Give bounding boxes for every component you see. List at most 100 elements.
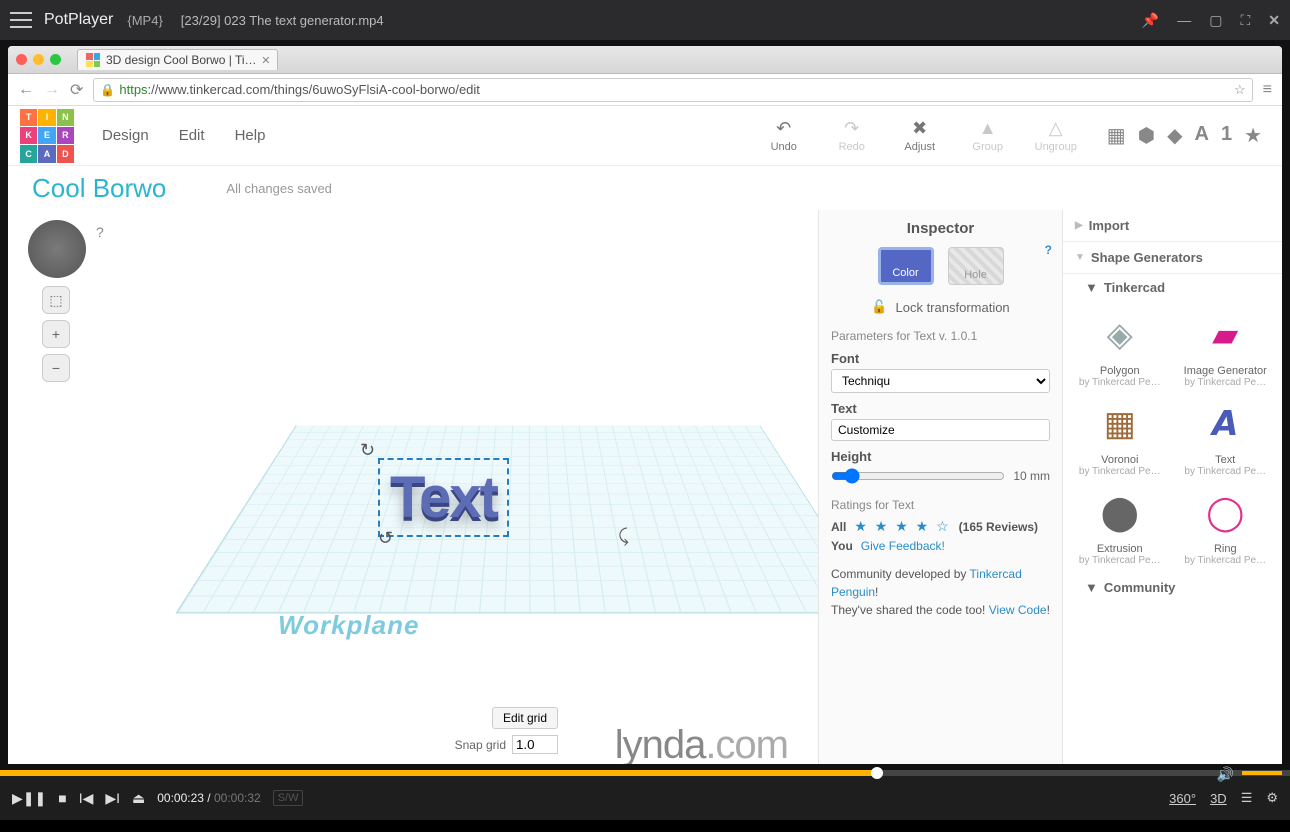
maximize-icon[interactable]: ▢	[1209, 12, 1222, 29]
lock-icon: 🔒	[100, 83, 115, 97]
browser-menu-icon[interactable]: ≡	[1263, 81, 1272, 99]
shape-item[interactable]: ◈Polygonby Tinkercad Pe…	[1067, 305, 1173, 392]
letter-a-icon[interactable]: A	[1194, 123, 1208, 148]
import-section[interactable]: ▶Import	[1063, 210, 1282, 242]
menu-help[interactable]: Help	[235, 127, 266, 144]
text-label: Text	[831, 401, 1050, 416]
prev-button[interactable]: I◀	[79, 790, 94, 807]
fullscreen-icon[interactable]: ⛶	[1240, 12, 1250, 29]
zoom-out-button[interactable]: −	[42, 354, 70, 382]
shape-item[interactable]: 𝘼Textby Tinkercad Pe…	[1173, 394, 1279, 481]
window-zoom-icon[interactable]	[50, 54, 61, 65]
reload-icon[interactable]: ⟳	[70, 80, 83, 100]
redo-button[interactable]: ↷Redo	[831, 118, 873, 153]
project-row: Cool Borwo All changes saved	[8, 166, 1282, 210]
sw-badge[interactable]: S/W	[273, 790, 304, 806]
shape-item[interactable]: ▰Image Generatorby Tinkercad Pe…	[1173, 305, 1279, 392]
rotate-handle-icon[interactable]: ⤹	[618, 526, 629, 547]
number-1-icon[interactable]: 1	[1221, 123, 1232, 148]
review-count: (165 Reviews)	[959, 520, 1038, 534]
video-area: 3D design Cool Borwo | Ti… ✕ ← → ⟳ 🔒 htt…	[0, 40, 1290, 770]
rotate-handle-icon[interactable]: ↻	[360, 440, 375, 461]
360-button[interactable]: 360°	[1169, 791, 1196, 806]
inspector-title: Inspector	[831, 220, 1050, 237]
star-icon[interactable]: ★	[1244, 123, 1262, 148]
canvas[interactable]: ? ⬚ + − Text ↻ ↺ ⤹ Workplane Edit grid	[8, 210, 818, 764]
settings-icon[interactable]: ⚙	[1266, 790, 1278, 806]
progress-bar[interactable]: 🔊	[0, 770, 1290, 776]
url-field[interactable]: 🔒 https://www.tinkercad.com/things/6uwoS…	[93, 78, 1252, 102]
community-subsection[interactable]: ▼Community	[1063, 574, 1282, 601]
window-close-icon[interactable]	[16, 54, 27, 65]
zoom-in-button[interactable]: +	[42, 320, 70, 348]
color-swatch[interactable]: Color	[878, 247, 934, 285]
playlist-icon[interactable]: ☰	[1241, 790, 1253, 806]
height-slider[interactable]	[831, 468, 1005, 484]
lock-row[interactable]: 🔓 Lock transformation	[831, 299, 1050, 315]
community-text: Community developed by Tinkercad Penguin…	[831, 565, 1050, 619]
shape-item[interactable]: ▦Voronoiby Tinkercad Pe…	[1067, 394, 1173, 481]
view-code-link[interactable]: View Code	[989, 603, 1047, 617]
close-icon[interactable]: ✕	[1268, 12, 1280, 29]
hole-swatch[interactable]: Hole	[948, 247, 1004, 285]
lynda-watermark: lynda.com	[615, 723, 788, 764]
rotate-handle-icon[interactable]: ↺	[378, 528, 393, 549]
window-minimize-icon[interactable]	[33, 54, 44, 65]
shapes-panel: ▶Import ▼Shape Generators ▼Tinkercad ◈Po…	[1062, 210, 1282, 764]
3d-button[interactable]: 3D	[1210, 791, 1227, 806]
video-title: [23/29] 023 The text generator.mp4	[181, 13, 384, 28]
next-button[interactable]: ▶I	[105, 790, 120, 807]
progress-thumb[interactable]	[871, 767, 883, 779]
panel-icons: ▦ ⬢ ◆ A 1 ★	[1107, 123, 1262, 148]
eject-icon[interactable]: ⏏	[132, 790, 145, 807]
help-icon[interactable]: ?	[96, 224, 104, 240]
favicon-icon	[86, 53, 100, 67]
tinkercad-app: TINKERCAD Design Edit Help ↶Undo ↷Redo ✖…	[8, 106, 1282, 764]
bookmark-icon[interactable]: ☆	[1234, 82, 1246, 98]
menu-edit[interactable]: Edit	[179, 127, 205, 144]
orbit-nav[interactable]	[28, 220, 86, 278]
play-pause-button[interactable]: ▶❚❚	[12, 790, 46, 807]
text-input[interactable]	[831, 419, 1050, 441]
shape-item[interactable]: ⬤Extrusionby Tinkercad Pe…	[1067, 483, 1173, 570]
home-view-button[interactable]: ⬚	[42, 286, 70, 314]
params-header: Parameters for Text v. 1.0.1	[831, 329, 1050, 343]
group-button[interactable]: ▲Group	[967, 118, 1009, 153]
tinkercad-subsection[interactable]: ▼Tinkercad	[1063, 274, 1282, 301]
undo-button[interactable]: ↶Undo	[763, 118, 805, 153]
shape-generators-section[interactable]: ▼Shape Generators	[1063, 242, 1282, 274]
edit-grid-button[interactable]: Edit grid	[492, 707, 558, 729]
font-select[interactable]: Techniqu	[831, 369, 1050, 393]
menu-design[interactable]: Design	[102, 127, 149, 144]
tinkercad-logo[interactable]: TINKERCAD	[20, 109, 74, 163]
text-shape[interactable]: Text	[378, 458, 509, 537]
grid-icon[interactable]: ▦	[1107, 123, 1126, 148]
shape-name: Image Generator	[1175, 365, 1277, 377]
pin-icon[interactable]: 📌	[1142, 12, 1159, 29]
shape-item[interactable]: ◯Ringby Tinkercad Pe…	[1173, 483, 1279, 570]
ungroup-button[interactable]: △Ungroup	[1035, 118, 1077, 153]
browser-tab[interactable]: 3D design Cool Borwo | Ti… ✕	[77, 49, 278, 70]
give-feedback-link[interactable]: Give Feedback!	[861, 539, 945, 553]
stop-button[interactable]: ■	[58, 790, 66, 806]
shape-author: by Tinkercad Pe…	[1069, 466, 1171, 477]
shape-name: Ring	[1175, 543, 1277, 555]
tab-close-icon[interactable]: ✕	[261, 54, 270, 67]
group-icon: ▲	[979, 118, 997, 139]
cube-icon[interactable]: ⬢	[1138, 123, 1155, 148]
project-name[interactable]: Cool Borwo	[32, 173, 166, 204]
volume-icon[interactable]: 🔊	[1217, 766, 1234, 783]
shapes-icon[interactable]: ◆	[1167, 123, 1182, 148]
adjust-button[interactable]: ✖Adjust	[899, 118, 941, 153]
volume-bar[interactable]	[1242, 771, 1282, 775]
grid-controls: Edit grid Snap grid	[455, 707, 558, 754]
redo-icon: ↷	[844, 118, 859, 139]
minimize-icon[interactable]: —	[1177, 12, 1191, 28]
forward-icon[interactable]: →	[44, 81, 60, 99]
app-header: TINKERCAD Design Edit Help ↶Undo ↷Redo ✖…	[8, 106, 1282, 166]
menu-icon[interactable]	[10, 12, 32, 28]
back-icon[interactable]: ←	[18, 81, 34, 99]
help-icon[interactable]: ?	[1045, 243, 1052, 257]
time-display: 00:00:23 / 00:00:32	[157, 791, 260, 805]
snap-grid-input[interactable]	[512, 735, 558, 754]
